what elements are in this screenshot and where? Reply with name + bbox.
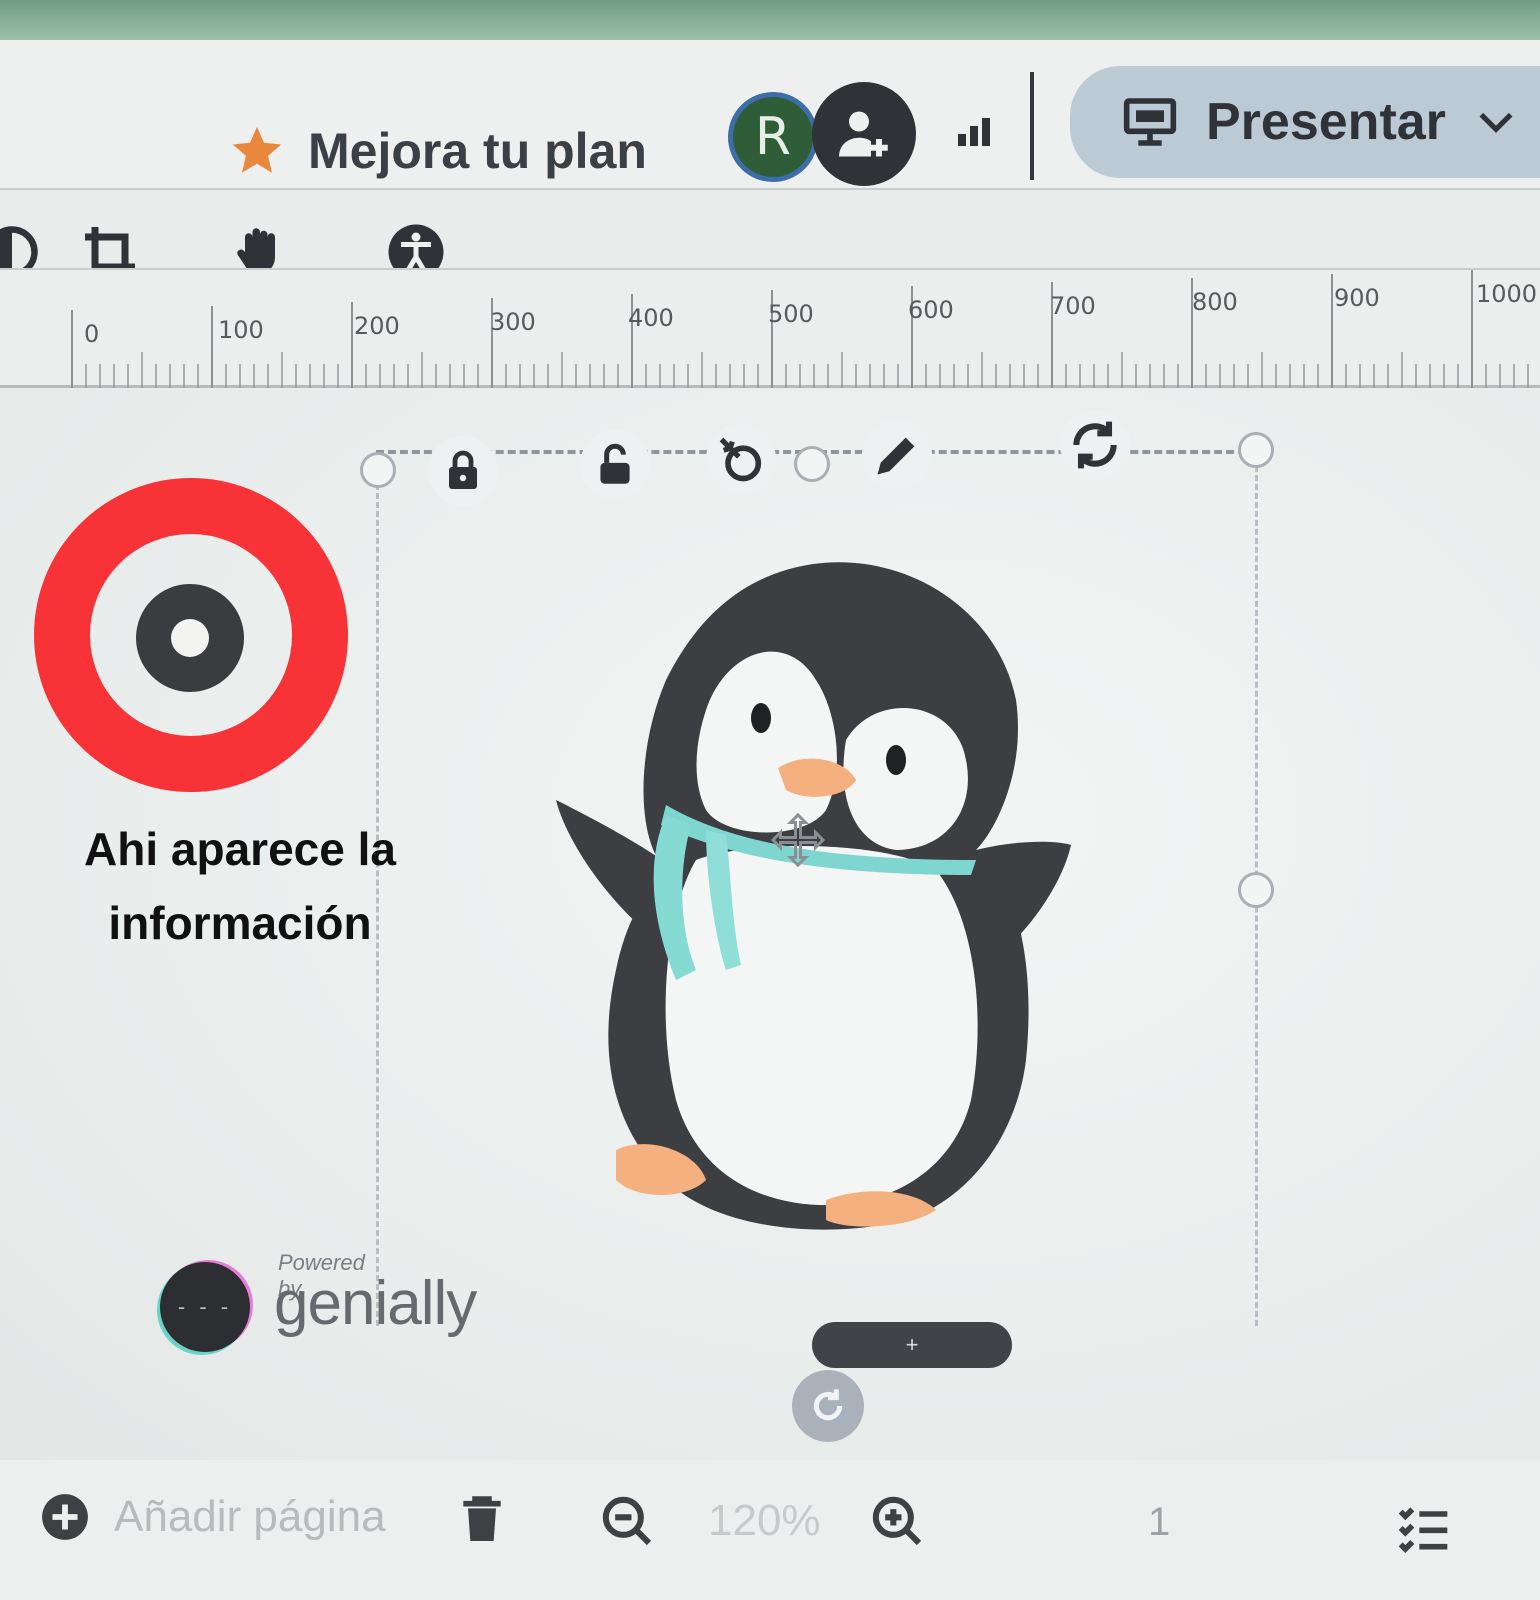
more-options-icon[interactable]: ⋮: [1530, 1490, 1540, 1536]
resize-handle[interactable]: [1238, 872, 1274, 908]
ruler-mark: 200: [354, 312, 400, 340]
genially-logo-icon: - - -: [160, 1262, 250, 1352]
lock-icon: [449, 450, 477, 489]
invite-user-button[interactable]: [812, 82, 916, 186]
ruler-mark: 800: [1192, 288, 1238, 316]
annotation-line-1: Ahi aparece la: [84, 823, 396, 875]
signal-bars-icon[interactable]: [958, 116, 992, 146]
checklist-icon[interactable]: [1396, 1500, 1452, 1556]
replace-button[interactable]: [1060, 410, 1130, 480]
brand-name: genially: [274, 1269, 477, 1338]
ruler-mark: 600: [908, 296, 954, 324]
rotate-button[interactable]: [792, 1370, 864, 1442]
add-element-label: +: [905, 1332, 919, 1357]
edit-pencil-icon: [877, 437, 915, 475]
zoom-in-icon[interactable]: [870, 1494, 926, 1550]
unlock-icon: [600, 443, 630, 484]
info-hotspot-button[interactable]: [136, 584, 244, 692]
interactivity-icon: [719, 437, 762, 482]
ruler-mark: 900: [1334, 284, 1380, 312]
upgrade-plan-label: Mejora tu plan: [308, 123, 647, 179]
header-divider: [1030, 72, 1034, 180]
ruler-mark: 400: [628, 304, 674, 332]
present-label: Presentar: [1206, 93, 1446, 151]
avatar-initial: R: [754, 107, 792, 167]
user-avatar[interactable]: R: [728, 92, 818, 182]
replace-icon: [1073, 421, 1117, 469]
hotspot-center-dot: [171, 619, 209, 657]
ruler-mark: 0: [84, 320, 100, 348]
add-page-label: Añadir página: [114, 1492, 386, 1541]
page-number: 1: [1148, 1500, 1171, 1544]
ruler-mark: 1000: [1476, 280, 1538, 308]
penguin-image[interactable]: [556, 540, 1096, 1260]
trash-icon[interactable]: [454, 1492, 510, 1548]
horizontal-ruler: 0 100 200 300 400 500 600 700 800 900 10…: [0, 268, 1540, 388]
zoom-level: 120%: [708, 1496, 821, 1545]
ruler-mark: 300: [490, 308, 536, 336]
lock-button[interactable]: [428, 436, 498, 506]
present-button[interactable]: Presentar: [1070, 66, 1540, 178]
resize-handle[interactable]: [1238, 432, 1274, 468]
window-top-strip: [0, 0, 1540, 40]
top-bar: Mejora tu plan R Presentar: [0, 40, 1540, 190]
presentation-icon: [1123, 98, 1177, 146]
add-page-button[interactable]: Añadir página: [40, 1492, 386, 1542]
rotate-icon: [813, 1389, 843, 1421]
add-user-icon: [839, 111, 888, 157]
resize-handle[interactable]: [360, 452, 396, 488]
ruler-mark: 500: [768, 300, 814, 328]
unlock-button[interactable]: [580, 430, 650, 500]
interactivity-button[interactable]: [706, 424, 776, 494]
annotation-caption: Ahi aparece la información: [30, 812, 450, 960]
annotation-line-2: información: [108, 897, 372, 949]
edit-button[interactable]: [862, 420, 932, 490]
ruler-mark: 700: [1050, 292, 1096, 320]
star-icon: [232, 126, 282, 173]
move-icon[interactable]: [768, 810, 828, 870]
zoom-out-icon[interactable]: [600, 1494, 656, 1550]
upgrade-plan-button[interactable]: Mejora tu plan: [228, 122, 647, 180]
plus-circle-icon: [42, 1494, 88, 1540]
ruler-mark: 100: [218, 316, 264, 344]
resize-handle[interactable]: [794, 446, 830, 482]
chevron-down-icon[interactable]: [1474, 100, 1518, 144]
add-element-pill[interactable]: +: [812, 1322, 1012, 1368]
